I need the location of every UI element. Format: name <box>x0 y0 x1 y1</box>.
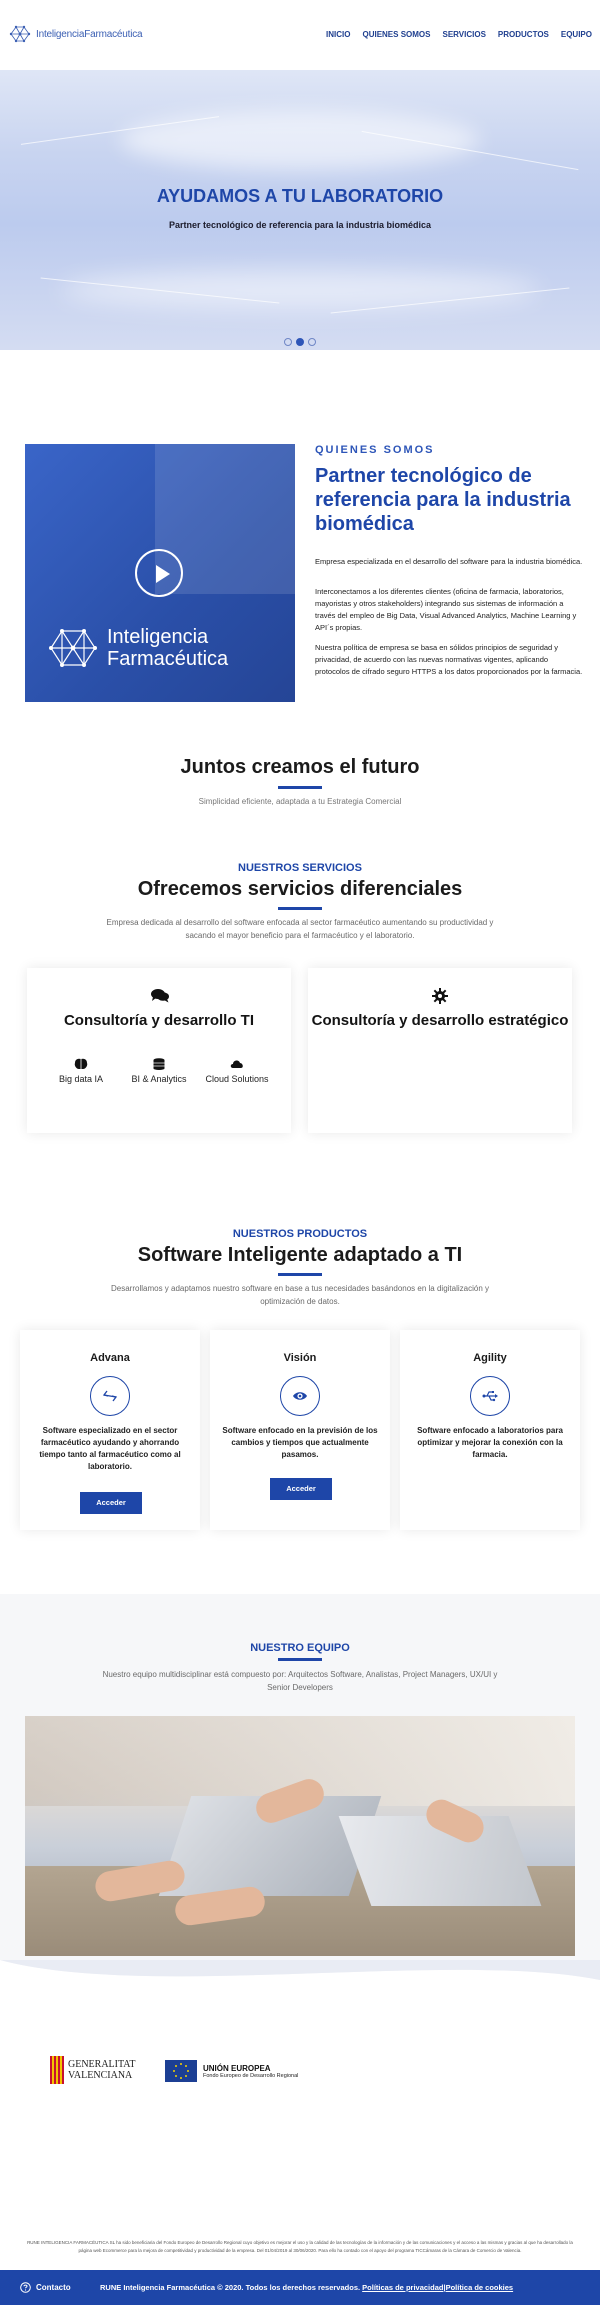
about-paragraph: Nuestra política de empresa se basa en s… <box>315 643 583 676</box>
product-icon-circle <box>470 1376 510 1416</box>
nav-inicio[interactable]: INICIO <box>326 30 350 39</box>
juntos-subtitle: Simplicidad eficiente, adaptada a tu Est… <box>198 797 402 806</box>
service-card-estrategico[interactable]: Consultoría y desarrollo estratégico <box>308 968 572 1133</box>
copyright: RUNE Inteligencia Farmacéutica © 2020. T… <box>100 2283 513 2292</box>
cookies-link[interactable]: Política de cookies <box>446 2283 514 2292</box>
product-card-vision: Visión Software enfocado en la previsión… <box>210 1330 390 1530</box>
product-icon-circle <box>280 1376 320 1416</box>
brain-icon <box>74 1058 88 1069</box>
comments-icon <box>151 989 169 1003</box>
products-eyebrow: NUESTROS PRODUCTOS <box>232 1228 368 1240</box>
contact-label: Contacto <box>36 2283 71 2292</box>
play-icon[interactable] <box>135 549 183 597</box>
product-title: Agility <box>473 1352 507 1364</box>
network-logo-icon <box>9 25 31 43</box>
hero-title: AYUDAMOS A TU LABORATORIO <box>156 186 444 206</box>
service-item-label: BI & Analytics <box>131 1074 187 1084</box>
service-item-cloud: Cloud Solutions <box>197 1058 277 1084</box>
copyright-text: RUNE Inteligencia Farmacéutica © 2020. T… <box>100 2283 361 2292</box>
title-underline <box>278 907 322 910</box>
logo-text: InteligenciaFarmacéutica <box>36 28 143 40</box>
title-underline <box>278 1658 322 1661</box>
database-icon <box>153 1058 165 1070</box>
nav-quienes-somos[interactable]: QUIENES SOMOS <box>362 30 430 39</box>
slider-dots <box>284 338 316 346</box>
service-item-label: Cloud Solutions <box>205 1074 269 1084</box>
video-brand-text: Inteligencia Farmacéutica <box>107 626 229 670</box>
juntos-title: Juntos creamos el futuro <box>180 756 420 778</box>
about-title: Partner tecnológico de referencia para l… <box>315 465 571 535</box>
eu-flag-icon <box>165 2060 197 2082</box>
product-title: Visión <box>283 1352 317 1364</box>
acceder-button[interactable]: Acceder <box>80 1492 142 1514</box>
site-logo[interactable]: InteligenciaFarmacéutica <box>8 24 143 44</box>
team-photo <box>25 1716 575 1956</box>
arrows-icon <box>102 1390 118 1402</box>
usb-icon <box>482 1391 498 1402</box>
eu-subtitle: Fondo Europeo de Desarrollo Regional <box>203 2072 299 2079</box>
contact-button[interactable]: Contacto <box>20 2282 71 2293</box>
service-item-bigdata: Big data IA <box>41 1058 121 1084</box>
site-header: InteligenciaFarmacéutica INICIO QUIENES … <box>0 0 600 70</box>
about-paragraph: Empresa especializada en el desarrollo d… <box>315 557 583 566</box>
service-card-title: Consultoría y desarrollo TI <box>63 1012 255 1029</box>
main-nav: INICIO QUIENES SOMOS SERVICIOS PRODUCTOS… <box>326 30 592 39</box>
hero-slider: AYUDAMOS A TU LABORATORIO Partner tecnol… <box>0 70 600 350</box>
slider-dot[interactable] <box>284 338 292 346</box>
about-paragraph: Interconectamos a los diferentes cliente… <box>315 587 577 632</box>
team-description: Nuestro equipo multidisciplinar está com… <box>102 1670 498 1692</box>
slider-dot[interactable] <box>308 338 316 346</box>
products-description: Desarrollamos y adaptamos nuestro softwa… <box>111 1284 489 1306</box>
privacy-link[interactable]: Políticas de privacidad <box>362 2283 443 2292</box>
product-icon-circle <box>90 1376 130 1416</box>
section-wave <box>0 1960 600 2010</box>
help-circle-icon <box>20 2282 31 2293</box>
nav-productos[interactable]: PRODUCTOS <box>498 30 549 39</box>
service-card-title: Consultoría y desarrollo estratégico <box>311 1012 569 1029</box>
title-underline <box>278 786 322 789</box>
video-brand: Inteligencia Farmacéutica <box>47 626 228 670</box>
product-title: Advana <box>90 1352 130 1364</box>
product-description: Software enfocado a laboratorios para op… <box>417 1426 563 1459</box>
cog-icon <box>432 988 448 1004</box>
service-item-bi: BI & Analytics <box>119 1058 199 1084</box>
slider-dot-active[interactable] <box>296 338 304 346</box>
gva-text: GENERALITAT VALENCIANA <box>68 2059 136 2081</box>
product-description: Software enfocado en la previsión de los… <box>222 1426 378 1459</box>
eu-title: UNIÓN EUROPEA <box>203 2063 271 2073</box>
nav-equipo[interactable]: EQUIPO <box>561 30 592 39</box>
nav-servicios[interactable]: SERVICIOS <box>442 30 485 39</box>
about-eyebrow: QUIENES SOMOS <box>315 444 435 456</box>
eye-icon <box>293 1392 307 1400</box>
service-item-label: Big data IA <box>58 1074 104 1084</box>
acceder-button[interactable]: Acceder <box>270 1478 332 1500</box>
services-description: Empresa dedicada al desarrollo del softw… <box>106 918 494 940</box>
intro-video[interactable]: Inteligencia Farmacéutica <box>25 444 295 702</box>
generalitat-logo: GENERALITAT VALENCIANA <box>50 2056 136 2084</box>
site-footer: Contacto RUNE Inteligencia Farmacéutica … <box>0 2270 600 2305</box>
services-eyebrow: NUESTROS SERVICIOS <box>238 862 362 874</box>
eu-logo: UNIÓN EUROPEA Fondo Europeo de Desarroll… <box>165 2060 298 2082</box>
network-logo-icon <box>49 629 97 667</box>
cloud-icon <box>230 1060 243 1068</box>
product-card-agility: Agility Software enfocado a laboratorios… <box>400 1330 580 1530</box>
title-underline <box>278 1273 322 1276</box>
products-title: Software Inteligente adaptado a TI <box>137 1244 463 1266</box>
services-title: Ofrecemos servicios diferenciales <box>137 878 463 900</box>
gva-shield-icon <box>50 2056 64 2084</box>
product-card-advana: Advana Software especializado en el sect… <box>20 1330 200 1530</box>
hero-subtitle: Partner tecnológico de referencia para l… <box>168 220 432 230</box>
product-description: Software especializado en el sector farm… <box>39 1426 181 1471</box>
team-title: NUESTRO EQUIPO <box>250 1642 350 1654</box>
legal-notice: RUNE INTELIGENCIA FARMACÉUTICA SL ha sid… <box>27 2240 573 2253</box>
service-card-ti[interactable]: Consultoría y desarrollo TI Big data IA … <box>27 968 291 1133</box>
